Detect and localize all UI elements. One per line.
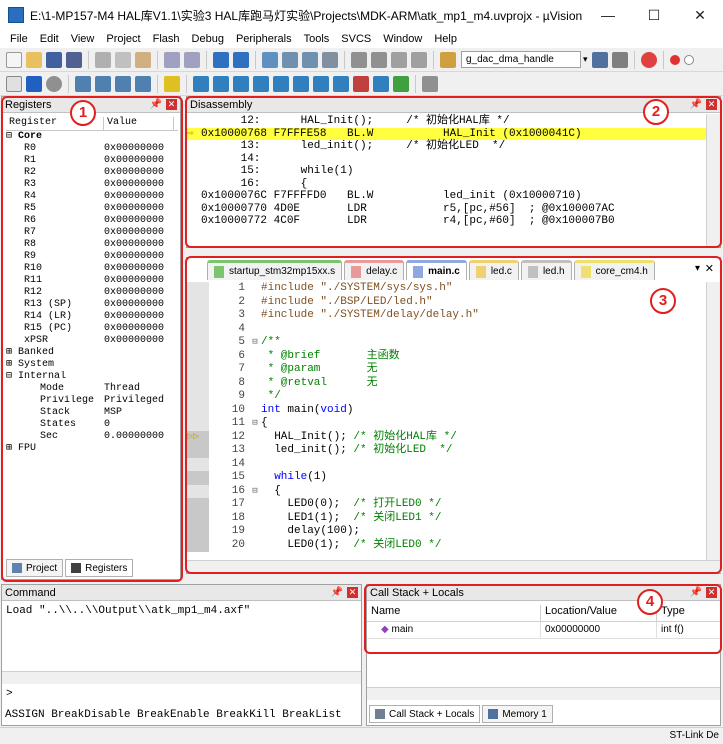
menu-tools[interactable]: Tools bbox=[304, 33, 330, 45]
tab-memory-label: Memory 1 bbox=[502, 708, 547, 720]
breakpoint-disabled-icon[interactable] bbox=[683, 54, 694, 65]
open-folder-icon[interactable] bbox=[26, 51, 42, 68]
uvision-app-icon bbox=[8, 7, 24, 23]
menu-svcs[interactable]: SVCS bbox=[341, 33, 371, 45]
window-title: E:\1-MP157-M4 HAL库V1.1\实验3 HAL库跑马灯实验\Pro… bbox=[30, 8, 583, 23]
step-into-icon[interactable] bbox=[75, 75, 91, 92]
indent-icon[interactable] bbox=[351, 51, 367, 68]
menu-project[interactable]: Project bbox=[106, 33, 140, 45]
find-combobox[interactable]: g_dac_dma_handle bbox=[461, 51, 581, 68]
step-over-icon[interactable] bbox=[95, 75, 111, 92]
find-icon[interactable] bbox=[591, 51, 608, 68]
command-window-icon[interactable] bbox=[193, 75, 209, 92]
command-prompt[interactable]: > bbox=[6, 688, 13, 700]
marker-2: 2 bbox=[643, 99, 669, 125]
navigate-back-icon[interactable] bbox=[213, 51, 229, 68]
debug-session-icon[interactable] bbox=[640, 51, 657, 68]
menu-peripherals[interactable]: Peripherals bbox=[236, 33, 292, 45]
call-stack-window-icon[interactable] bbox=[273, 75, 289, 92]
menu-window[interactable]: Window bbox=[383, 33, 422, 45]
symbols-window-icon[interactable] bbox=[233, 75, 249, 92]
menu-debug[interactable]: Debug bbox=[192, 33, 224, 45]
tab-call-stack[interactable]: Call Stack + Locals bbox=[369, 705, 481, 723]
command-output: Load "..\\..\\Output\\atk_mp1_m4.axf" bbox=[6, 605, 251, 617]
toolbox-icon[interactable] bbox=[422, 75, 438, 92]
save-all-icon[interactable] bbox=[66, 51, 82, 68]
run-icon[interactable] bbox=[26, 75, 42, 92]
unindent-icon[interactable] bbox=[371, 51, 387, 68]
file-toolbar: g_dac_dma_handle ▾ bbox=[0, 48, 723, 72]
save-icon[interactable] bbox=[46, 51, 62, 68]
incremental-find-icon[interactable] bbox=[611, 51, 628, 68]
tab-memory[interactable]: Memory 1 bbox=[482, 705, 553, 723]
menu-help[interactable]: Help bbox=[434, 33, 457, 45]
system-viewer-icon[interactable] bbox=[393, 75, 409, 92]
clear-bookmarks-icon[interactable] bbox=[322, 51, 338, 68]
breakpoint-icon[interactable] bbox=[669, 54, 680, 65]
command-panel: Command 📌 ✕ Load "..\\..\\Output\\atk_mp… bbox=[1, 584, 362, 726]
command-header: Command 📌 ✕ bbox=[2, 585, 361, 601]
menu-file[interactable]: File bbox=[10, 33, 28, 45]
pin-icon[interactable]: 📌 bbox=[331, 587, 343, 598]
comment-icon[interactable] bbox=[391, 51, 407, 68]
status-bar: ST-Link De bbox=[0, 727, 723, 744]
menu-bar: File Edit View Project Flash Debug Perip… bbox=[0, 30, 723, 48]
prev-bookmark-icon[interactable] bbox=[282, 51, 298, 68]
menu-flash[interactable]: Flash bbox=[153, 33, 180, 45]
command-horizontal-scrollbar[interactable] bbox=[2, 671, 361, 684]
callstack-tab-icon bbox=[375, 709, 385, 719]
bottom-right-tabs: Call Stack + Locals Memory 1 bbox=[369, 705, 555, 723]
marker-1: 1 bbox=[70, 100, 96, 126]
next-bookmark-icon[interactable] bbox=[302, 51, 318, 68]
stop-icon[interactable] bbox=[46, 75, 62, 92]
menu-view[interactable]: View bbox=[71, 33, 95, 45]
navigate-forward-icon[interactable] bbox=[233, 51, 249, 68]
marker-4: 4 bbox=[637, 589, 663, 615]
new-file-icon[interactable] bbox=[6, 51, 22, 68]
analysis-window-icon[interactable] bbox=[353, 75, 369, 92]
close-panel-icon[interactable]: ✕ bbox=[347, 587, 358, 598]
bookmark-icon[interactable] bbox=[262, 51, 278, 68]
registers-window-icon[interactable] bbox=[253, 75, 269, 92]
cut-icon[interactable] bbox=[95, 51, 111, 68]
find-dropdown-icon[interactable]: ▾ bbox=[583, 54, 588, 65]
show-next-statement-icon[interactable] bbox=[164, 75, 180, 92]
memory-tab-icon bbox=[488, 709, 499, 719]
disassembly-window-icon[interactable] bbox=[213, 75, 229, 92]
annotation-box-4 bbox=[364, 584, 722, 654]
watch-window-icon[interactable] bbox=[293, 75, 309, 92]
close-button[interactable]: ✕ bbox=[677, 7, 723, 24]
callstack-horizontal-scrollbar[interactable] bbox=[367, 687, 720, 700]
marker-3: 3 bbox=[650, 288, 676, 314]
run-to-cursor-icon[interactable] bbox=[135, 75, 151, 92]
serial-window-icon[interactable] bbox=[333, 75, 349, 92]
minimize-button[interactable]: — bbox=[585, 7, 631, 23]
status-debugger: ST-Link De bbox=[669, 730, 719, 741]
memory-window-icon[interactable] bbox=[313, 75, 329, 92]
tab-call-stack-label: Call Stack + Locals bbox=[389, 708, 475, 720]
trace-window-icon[interactable] bbox=[373, 75, 389, 92]
menu-edit[interactable]: Edit bbox=[40, 33, 59, 45]
command-hint: ASSIGN BreakDisable BreakEnable BreakKil… bbox=[5, 709, 342, 721]
maximize-button[interactable]: ☐ bbox=[631, 7, 677, 24]
annotation-box-2 bbox=[185, 96, 722, 248]
copy-icon[interactable] bbox=[115, 51, 131, 68]
redo-icon[interactable] bbox=[184, 51, 200, 68]
paste-icon[interactable] bbox=[135, 51, 151, 68]
reset-icon[interactable] bbox=[6, 75, 22, 92]
annotation-box-1 bbox=[1, 96, 183, 582]
command-title: Command bbox=[5, 586, 56, 599]
find-in-files-icon[interactable] bbox=[440, 51, 456, 68]
undo-icon[interactable] bbox=[164, 51, 180, 68]
debug-toolbar bbox=[0, 72, 723, 96]
annotation-box-3 bbox=[185, 256, 722, 574]
step-out-icon[interactable] bbox=[115, 75, 131, 92]
title-bar: E:\1-MP157-M4 HAL库V1.1\实验3 HAL库跑马灯实验\Pro… bbox=[0, 0, 723, 30]
uncomment-icon[interactable] bbox=[411, 51, 427, 68]
